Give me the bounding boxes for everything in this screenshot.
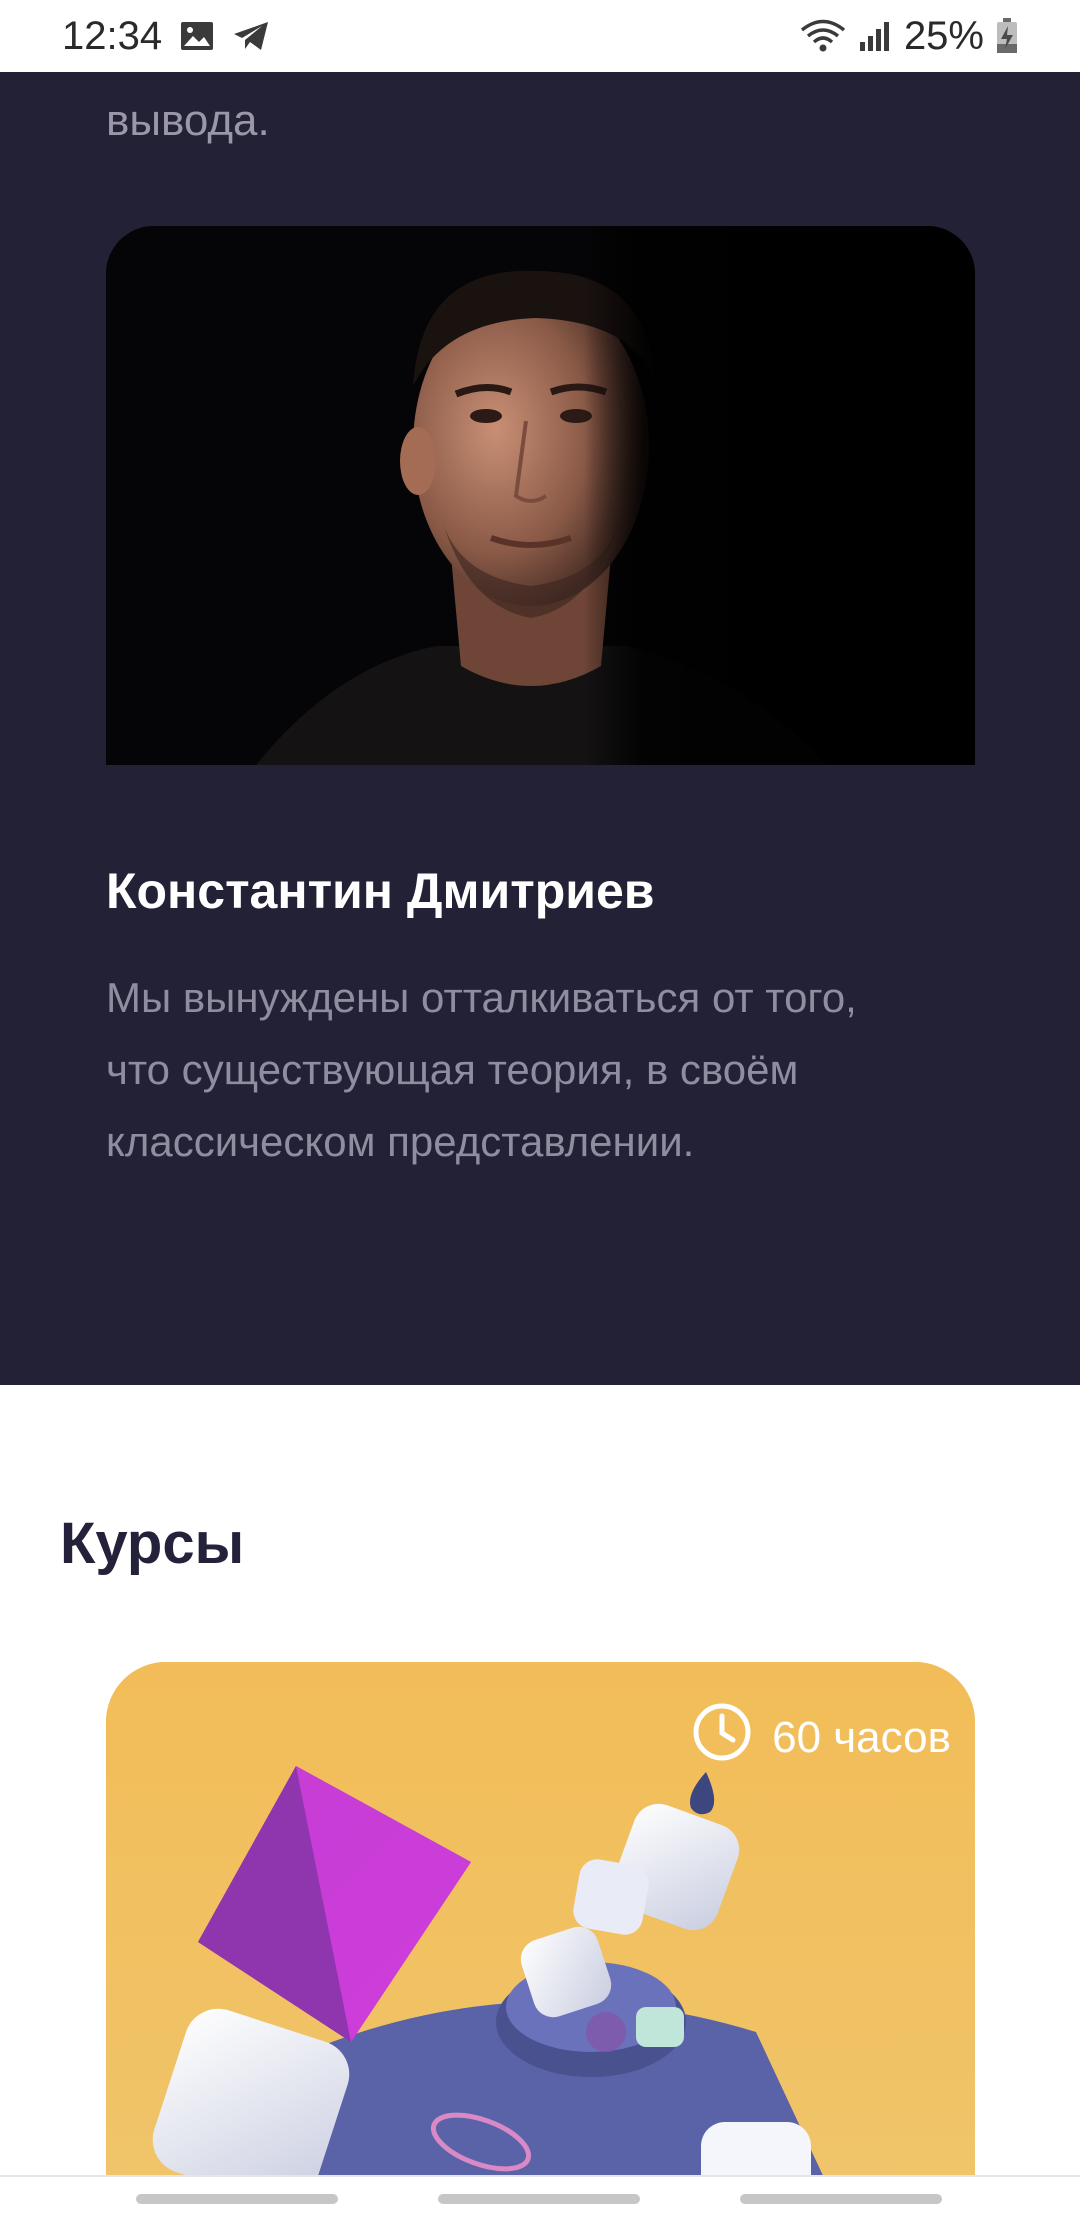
status-time: 12:34 xyxy=(62,13,163,58)
teacher-section: вывода. Константин Дмитриев Мы вынуждены… xyxy=(0,72,1080,1385)
telegram-icon xyxy=(232,20,270,52)
gallery-icon xyxy=(180,21,214,51)
status-bar: 12:34 25% xyxy=(0,0,1080,72)
signal-icon xyxy=(858,20,892,52)
nav-back-button[interactable] xyxy=(740,2194,942,2204)
teacher-bio: Мы вынуждены отталкиваться от того, что … xyxy=(106,974,857,1165)
status-left: 12:34 xyxy=(62,14,270,59)
course-duration-label: 60 часов xyxy=(772,1712,951,1762)
teacher-name: Константин Дмитриев xyxy=(106,863,655,919)
teacher-photo xyxy=(106,226,975,765)
nav-home-button[interactable] xyxy=(438,2194,640,2204)
system-nav-bar xyxy=(0,2175,1080,2220)
battery-charging-icon xyxy=(996,18,1018,54)
course-card[interactable]: 60 часов xyxy=(106,1662,975,2182)
status-right: 25% xyxy=(800,14,1018,59)
battery-percent: 25% xyxy=(903,13,984,58)
wifi-icon xyxy=(800,19,846,53)
course-duration: 60 часов xyxy=(692,1702,951,1773)
clock-icon xyxy=(692,1702,752,1773)
courses-heading: Курсы xyxy=(60,1511,245,1576)
intro-text: вывода. xyxy=(106,96,270,145)
nav-recents-button[interactable] xyxy=(136,2194,338,2204)
